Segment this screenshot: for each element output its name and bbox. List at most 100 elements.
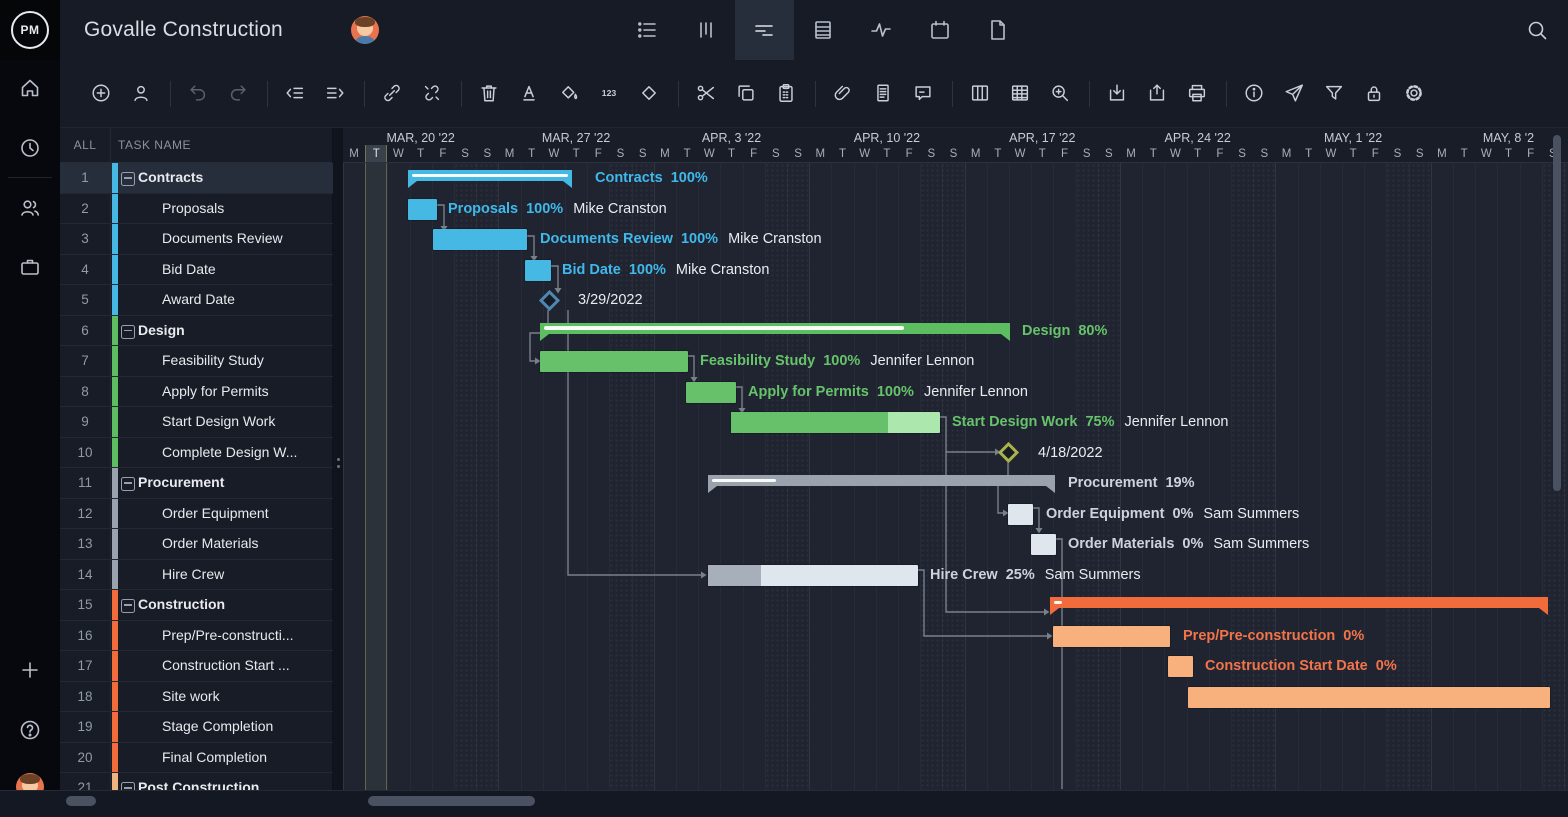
add-button[interactable]	[18, 658, 42, 682]
home-button[interactable]	[18, 76, 42, 100]
print-button[interactable]	[1186, 82, 1210, 106]
week-label: APR, 24 '22	[1165, 131, 1231, 145]
redo-button[interactable]	[227, 82, 251, 106]
column-header-all[interactable]: ALL	[60, 128, 110, 163]
indent-button[interactable]	[324, 82, 348, 106]
link-tasks-button[interactable]	[381, 82, 405, 106]
summary-bar-procurement[interactable]	[708, 475, 1055, 486]
task-row[interactable]: 16Prep/Pre-constructi...	[60, 621, 333, 652]
info-button[interactable]	[1243, 82, 1267, 106]
add-milestone-button[interactable]	[638, 82, 662, 106]
outdent-button[interactable]	[284, 82, 308, 106]
task-row[interactable]: 21Post Construction	[60, 773, 333, 790]
settings-button[interactable]	[1403, 82, 1427, 106]
task-row[interactable]: 15Construction	[60, 590, 333, 621]
task-row[interactable]: 20Final Completion	[60, 743, 333, 774]
export-button[interactable]	[1146, 82, 1170, 106]
collapse-icon[interactable]	[121, 782, 135, 790]
gantt-bar-order-materials[interactable]	[1031, 534, 1056, 555]
notes-button[interactable]	[872, 82, 896, 106]
search-button[interactable]	[1525, 18, 1549, 42]
task-row[interactable]: 14Hire Crew	[60, 560, 333, 591]
zoom-in-button[interactable]	[1049, 82, 1073, 106]
summary-bar[interactable]	[1050, 597, 1548, 608]
tab-calendar-view[interactable]	[911, 0, 970, 60]
unlink-tasks-button[interactable]	[421, 82, 445, 106]
task-row[interactable]: 6Design	[60, 316, 333, 347]
task-row[interactable]: 5Award Date	[60, 285, 333, 316]
comment-button[interactable]	[912, 82, 936, 106]
task-row[interactable]: 2Proposals	[60, 194, 333, 225]
gantt-bar-documents-review[interactable]	[433, 229, 527, 250]
task-row[interactable]: 8Apply for Permits	[60, 377, 333, 408]
tab-sheet-view[interactable]	[794, 0, 853, 60]
collapse-icon[interactable]	[121, 477, 135, 491]
portfolio-button[interactable]	[18, 255, 42, 279]
assign-user-button[interactable]	[130, 82, 154, 106]
task-row[interactable]: 10Complete Design W...	[60, 438, 333, 469]
share-button[interactable]	[1283, 82, 1307, 106]
task-row[interactable]: 18Site work	[60, 682, 333, 713]
gantt-bar[interactable]	[1188, 687, 1550, 708]
task-row[interactable]: 13Order Materials	[60, 529, 333, 560]
collapse-icon[interactable]	[121, 325, 135, 339]
text-format-button[interactable]	[518, 82, 542, 106]
filter-button[interactable]	[1323, 82, 1347, 106]
task-row[interactable]: 11Procurement	[60, 468, 333, 499]
chart-hscrollbar[interactable]	[368, 796, 535, 806]
gantt-bar-apply-for-permits[interactable]	[686, 382, 736, 403]
table-view-button[interactable]	[1009, 82, 1033, 106]
task-row[interactable]: 4Bid Date	[60, 255, 333, 286]
team-button[interactable]	[18, 196, 42, 220]
task-row[interactable]: 1Contracts	[60, 163, 333, 194]
tab-gantt-view[interactable]	[735, 0, 794, 60]
gantt-bar-hire-crew[interactable]	[708, 565, 918, 586]
undo-button[interactable]	[187, 82, 211, 106]
timeline-header: MAR, 20 '22MTWTFSSMAR, 27 '22MTWTFSSAPR,…	[343, 128, 1568, 163]
recent-button[interactable]	[18, 136, 42, 160]
task-panel-hscrollbar[interactable]	[66, 796, 96, 806]
column-header-task-name[interactable]: TASK NAME	[118, 128, 191, 163]
project-owner-avatar[interactable]	[351, 16, 379, 44]
add-task-button[interactable]	[90, 82, 114, 106]
tab-list-view[interactable]	[618, 0, 677, 60]
task-number: 6	[60, 316, 110, 346]
panel-layout-button[interactable]	[969, 82, 993, 106]
export-icon	[1146, 82, 1168, 104]
cut-button[interactable]	[695, 82, 719, 106]
gantt-bar-feasibility-study[interactable]	[540, 351, 688, 372]
fill-color-button[interactable]	[558, 82, 582, 106]
task-row[interactable]: 12Order Equipment	[60, 499, 333, 530]
app-logo[interactable]: PM	[0, 0, 60, 60]
tab-docs-view[interactable]	[969, 0, 1028, 60]
gantt-bar-prep-pre-construction[interactable]	[1053, 626, 1170, 647]
resize-dot	[337, 465, 340, 468]
delete-task-button[interactable]	[478, 82, 502, 106]
help-button[interactable]	[18, 718, 42, 742]
collapse-icon[interactable]	[121, 599, 135, 613]
task-row[interactable]: 17Construction Start ...	[60, 651, 333, 682]
gantt-bar-proposals[interactable]	[408, 199, 437, 220]
paste-button[interactable]	[775, 82, 799, 106]
task-row[interactable]: 19Stage Completion	[60, 712, 333, 743]
chart-vscrollbar[interactable]	[1553, 135, 1561, 491]
gantt-bar-construction-start-date[interactable]	[1168, 656, 1193, 677]
import-button[interactable]	[1106, 82, 1130, 106]
gantt-bar-start-design-work[interactable]	[731, 412, 940, 433]
lock-button[interactable]	[1363, 82, 1387, 106]
copy-button[interactable]	[735, 82, 759, 106]
gantt-bar-bid-date[interactable]	[525, 260, 551, 281]
gantt-bar-order-equipment[interactable]	[1008, 504, 1033, 525]
task-row[interactable]: 3Documents Review	[60, 224, 333, 255]
collapse-icon[interactable]	[121, 172, 135, 186]
lock-icon	[1363, 82, 1385, 104]
summary-bar-contracts[interactable]	[408, 170, 572, 181]
summary-bar-design[interactable]	[540, 323, 1010, 334]
task-row[interactable]: 9Start Design Work	[60, 407, 333, 438]
tab-board-view[interactable]	[677, 0, 736, 60]
panel-resize-handle[interactable]	[333, 128, 343, 790]
tab-activity-view[interactable]	[852, 0, 911, 60]
task-row[interactable]: 7Feasibility Study	[60, 346, 333, 377]
attachment-button[interactable]	[832, 82, 856, 106]
number-format-button[interactable]: 123	[598, 82, 622, 106]
